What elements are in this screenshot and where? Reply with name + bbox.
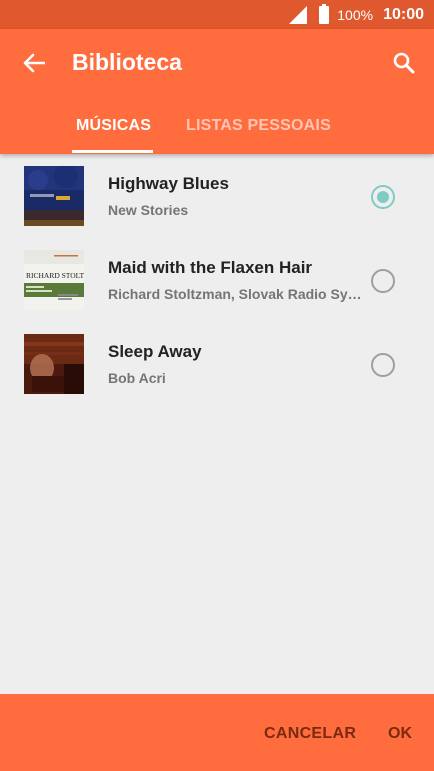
status-time: 10:00 [383, 5, 424, 23]
radio-button[interactable] [371, 185, 395, 209]
back-button[interactable] [14, 47, 54, 79]
battery-percentage: 100% [337, 6, 374, 23]
search-button[interactable] [386, 46, 422, 80]
signal-icon [289, 5, 308, 24]
track-title: Sleep Away [108, 342, 202, 361]
battery-icon [319, 3, 330, 24]
track-title: Highway Blues [108, 174, 229, 193]
radio-button[interactable] [371, 353, 395, 377]
list-item[interactable]: RICHARD STOLTZMAN Maid with the Flaxen H… [0, 238, 434, 322]
album-art [24, 334, 84, 394]
track-artist: Richard Stoltzman, Slovak Radio Symphony… [108, 286, 366, 302]
track-artist: New Stories [108, 202, 189, 218]
song-list: Highway Blues New Stories RICHARD STOLTZ… [0, 154, 434, 406]
tab-musicas[interactable]: MÚSICAS [76, 117, 151, 135]
app-bar: Biblioteca MÚSICAS LISTAS PESSOAIS [0, 29, 434, 154]
track-artist: Bob Acri [108, 370, 166, 386]
list-item[interactable]: Sleep Away Bob Acri [0, 322, 434, 406]
album-art [24, 166, 84, 226]
search-icon [393, 52, 415, 74]
album-art: RICHARD STOLTZMAN [24, 250, 84, 310]
track-title: Maid with the Flaxen Hair [108, 258, 313, 277]
cancel-button[interactable]: CANCELAR [264, 725, 356, 743]
page-title: Biblioteca [72, 49, 182, 75]
radio-button[interactable] [371, 269, 395, 293]
action-bar: CANCELAR OK [0, 694, 434, 771]
tab-indicator [72, 150, 153, 153]
list-item[interactable]: Highway Blues New Stories [0, 154, 434, 238]
arrow-left-icon [23, 53, 45, 73]
svg-text:RICHARD STOLTZMAN: RICHARD STOLTZMAN [26, 271, 84, 280]
status-bar: 100% 10:00 [0, 0, 434, 29]
tab-listas-pessoais[interactable]: LISTAS PESSOAIS [186, 117, 331, 135]
ok-button[interactable]: OK [388, 725, 412, 743]
